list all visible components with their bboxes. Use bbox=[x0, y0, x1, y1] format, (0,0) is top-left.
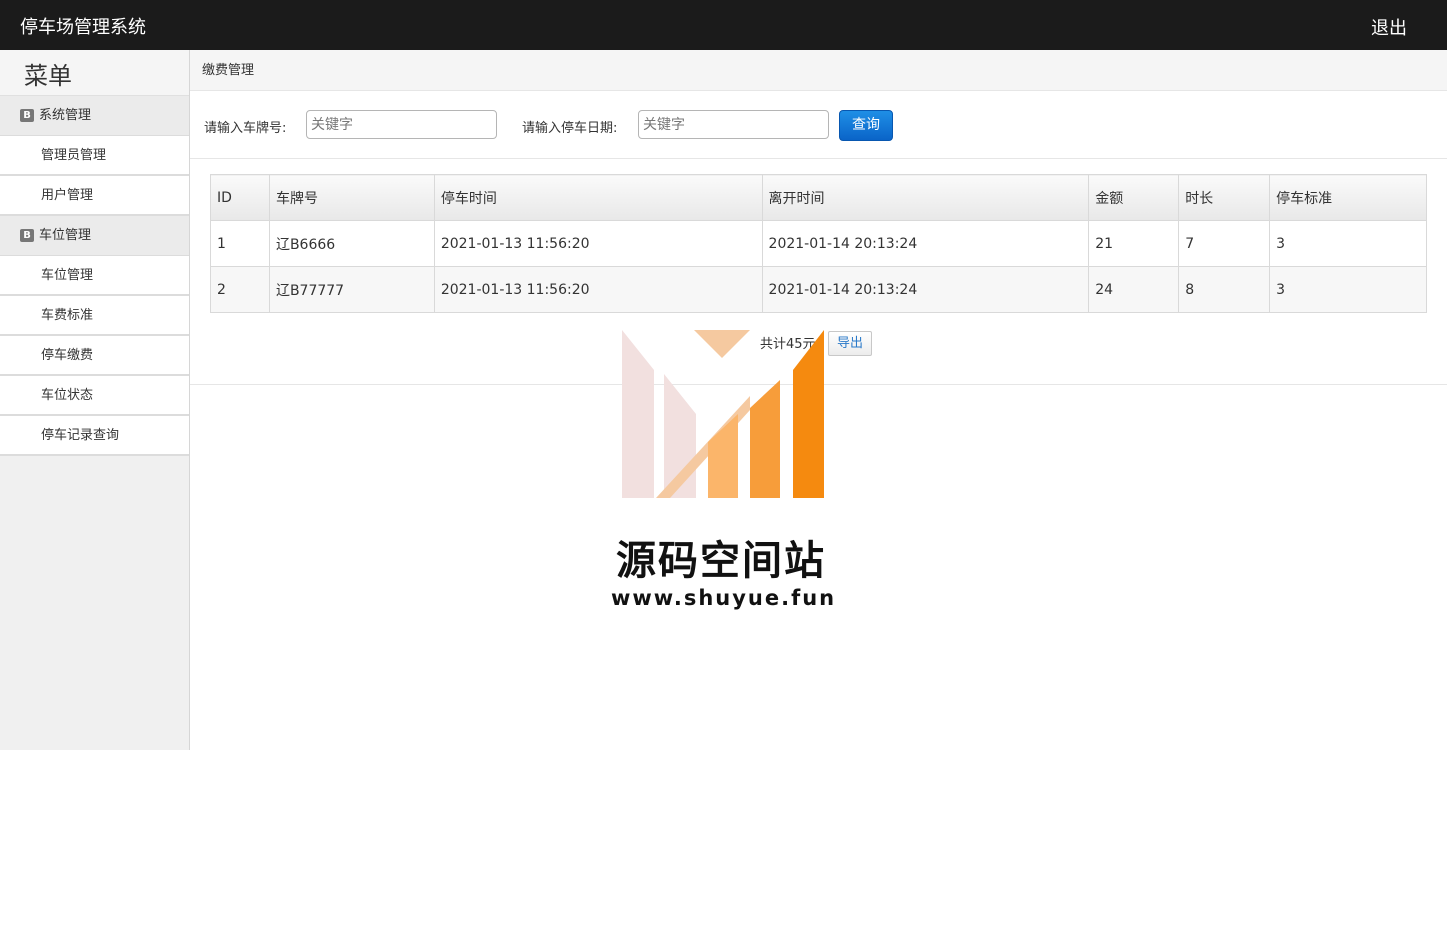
table-row: 1 辽B6666 2021-01-13 11:56:20 2021-01-14 … bbox=[210, 220, 1427, 267]
payment-table: ID 车牌号 停车时间 离开时间 金额 时长 停车标准 1 辽B6666 202… bbox=[210, 174, 1427, 313]
col-header-standard: 停车标准 bbox=[1269, 174, 1427, 221]
cell-plate: 辽B77777 bbox=[268, 266, 435, 313]
logout-link[interactable]: 退出 bbox=[1371, 14, 1407, 40]
cell-standard: 3 bbox=[1269, 220, 1427, 267]
sidebar-group-label: 系统管理 bbox=[39, 107, 92, 123]
app-title: 停车场管理系统 bbox=[20, 17, 146, 38]
table-header-row: ID 车牌号 停车时间 离开时间 金额 时长 停车标准 bbox=[210, 174, 1427, 221]
sidebar-item-admin-management[interactable]: 管理员管理 bbox=[0, 136, 189, 176]
main-content: 缴费管理 请输入车牌号: 请输入停车日期: 查询 ID 车牌号 停车时间 离开时… bbox=[190, 50, 1447, 750]
export-button[interactable]: 导出 bbox=[828, 331, 872, 356]
cell-id: 1 bbox=[210, 220, 270, 267]
col-header-plate: 车牌号 bbox=[268, 174, 435, 221]
sidebar-group-parking[interactable]: B 车位管理 bbox=[0, 216, 189, 256]
cell-leave-time: 2021-01-14 20:13:24 bbox=[761, 220, 1090, 267]
col-header-leave-time: 离开时间 bbox=[761, 174, 1090, 221]
cell-id: 2 bbox=[210, 266, 270, 313]
cell-duration: 8 bbox=[1178, 266, 1271, 313]
plate-search-input[interactable] bbox=[306, 110, 497, 139]
cell-amount: 24 bbox=[1088, 266, 1180, 313]
col-header-id: ID bbox=[210, 174, 270, 221]
col-header-amount: 金额 bbox=[1088, 174, 1180, 221]
cell-standard: 3 bbox=[1269, 266, 1427, 313]
breadcrumb: 缴费管理 bbox=[190, 50, 1447, 91]
total-amount-text: 共计45元 bbox=[760, 337, 816, 352]
menu-title: 菜单 bbox=[0, 50, 189, 96]
query-button[interactable]: 查询 bbox=[839, 110, 893, 141]
sidebar-item-space-management[interactable]: 车位管理 bbox=[0, 256, 189, 296]
table-row: 2 辽B77777 2021-01-13 11:56:20 2021-01-14… bbox=[210, 266, 1427, 313]
sidebar-item-user-management[interactable]: 用户管理 bbox=[0, 176, 189, 216]
col-header-park-time: 停车时间 bbox=[433, 174, 763, 221]
divider bbox=[190, 384, 1447, 385]
date-search-input[interactable] bbox=[638, 110, 829, 139]
cell-amount: 21 bbox=[1088, 220, 1180, 267]
cell-plate: 辽B6666 bbox=[268, 220, 435, 267]
cell-leave-time: 2021-01-14 20:13:24 bbox=[761, 266, 1090, 313]
top-navbar: 停车场管理系统 退出 bbox=[0, 0, 1447, 50]
cell-duration: 7 bbox=[1178, 220, 1271, 267]
plate-label: 请输入车牌号: bbox=[204, 121, 287, 136]
search-bar: 请输入车牌号: 请输入停车日期: 查询 bbox=[190, 91, 1447, 159]
sidebar-item-space-status[interactable]: 车位状态 bbox=[0, 376, 189, 416]
sidebar-group-label: 车位管理 bbox=[39, 227, 92, 243]
payment-table-container: ID 车牌号 停车时间 离开时间 金额 时长 停车标准 1 辽B6666 202… bbox=[210, 174, 1427, 313]
sidebar-group-system[interactable]: B 系统管理 bbox=[0, 96, 189, 136]
sidebar-item-parking-records[interactable]: 停车记录查询 bbox=[0, 416, 189, 456]
date-label: 请输入停车日期: bbox=[522, 121, 618, 136]
cell-park-time: 2021-01-13 11:56:20 bbox=[433, 220, 763, 267]
sidebar-item-fee-standard[interactable]: 车费标准 bbox=[0, 296, 189, 336]
book-icon: B bbox=[20, 229, 34, 242]
col-header-duration: 时长 bbox=[1178, 174, 1271, 221]
sidebar-item-parking-payment[interactable]: 停车缴费 bbox=[0, 336, 189, 376]
book-icon: B bbox=[20, 109, 34, 122]
cell-park-time: 2021-01-13 11:56:20 bbox=[433, 266, 763, 313]
sidebar: 菜单 B 系统管理 管理员管理 用户管理 B 车位管理 车位管理 车费标准 停车… bbox=[0, 50, 190, 750]
